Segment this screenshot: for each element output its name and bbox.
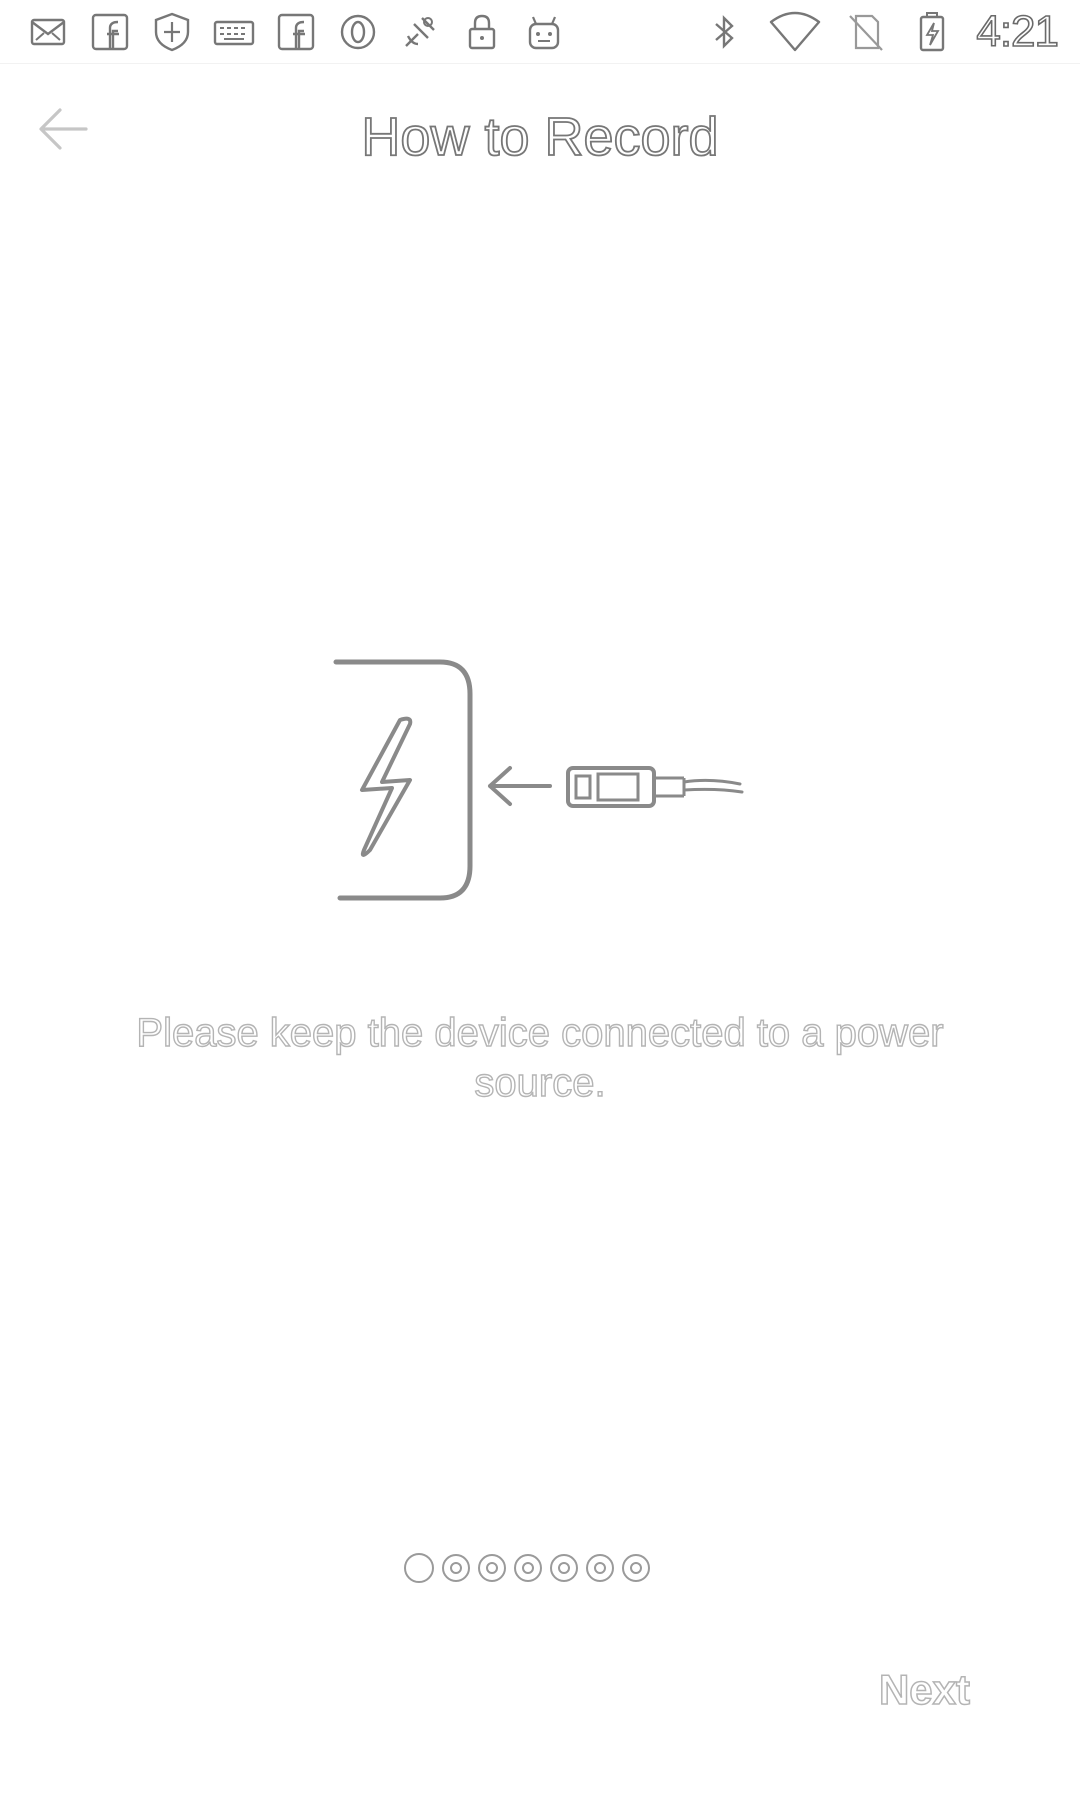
device-charging-illustration xyxy=(330,650,750,930)
device-charging-icon xyxy=(333,659,744,901)
instruction-text: Please keep the device connected to a po… xyxy=(136,1010,945,1105)
no-sim-icon xyxy=(844,10,888,54)
page-dot[interactable] xyxy=(478,1554,506,1582)
lock-icon xyxy=(460,10,504,54)
notification-icons xyxy=(26,8,566,56)
bluetooth-icon xyxy=(702,10,746,54)
satellite-icon xyxy=(398,10,442,54)
how-to-record-screen: 4:21 How to Record Please keep the devic… xyxy=(0,0,1080,1794)
page-dot[interactable] xyxy=(550,1554,578,1582)
wifi-icon xyxy=(768,10,822,54)
page-dot-active[interactable] xyxy=(404,1553,434,1583)
mail-icon xyxy=(26,10,70,54)
next-button[interactable]: Next xyxy=(878,1665,971,1714)
page-dot[interactable] xyxy=(586,1554,614,1582)
facebook-icon xyxy=(274,10,318,54)
page-indicator xyxy=(404,1553,650,1583)
keyboard-icon xyxy=(212,10,256,54)
opera-icon xyxy=(336,10,380,54)
clock: 4:21 xyxy=(976,6,1060,57)
shield-icon xyxy=(150,10,194,54)
page-dot[interactable] xyxy=(442,1554,470,1582)
status-bar: 4:21 xyxy=(0,0,1080,64)
page-dot[interactable] xyxy=(622,1554,650,1582)
system-icons: 4:21 xyxy=(702,6,1060,57)
facebook-icon xyxy=(88,10,132,54)
page-dot[interactable] xyxy=(514,1554,542,1582)
page-title: How to Record xyxy=(361,106,720,168)
app-header: How to Record xyxy=(0,64,1080,214)
android-icon xyxy=(522,10,566,54)
battery-charging-icon xyxy=(910,10,954,54)
